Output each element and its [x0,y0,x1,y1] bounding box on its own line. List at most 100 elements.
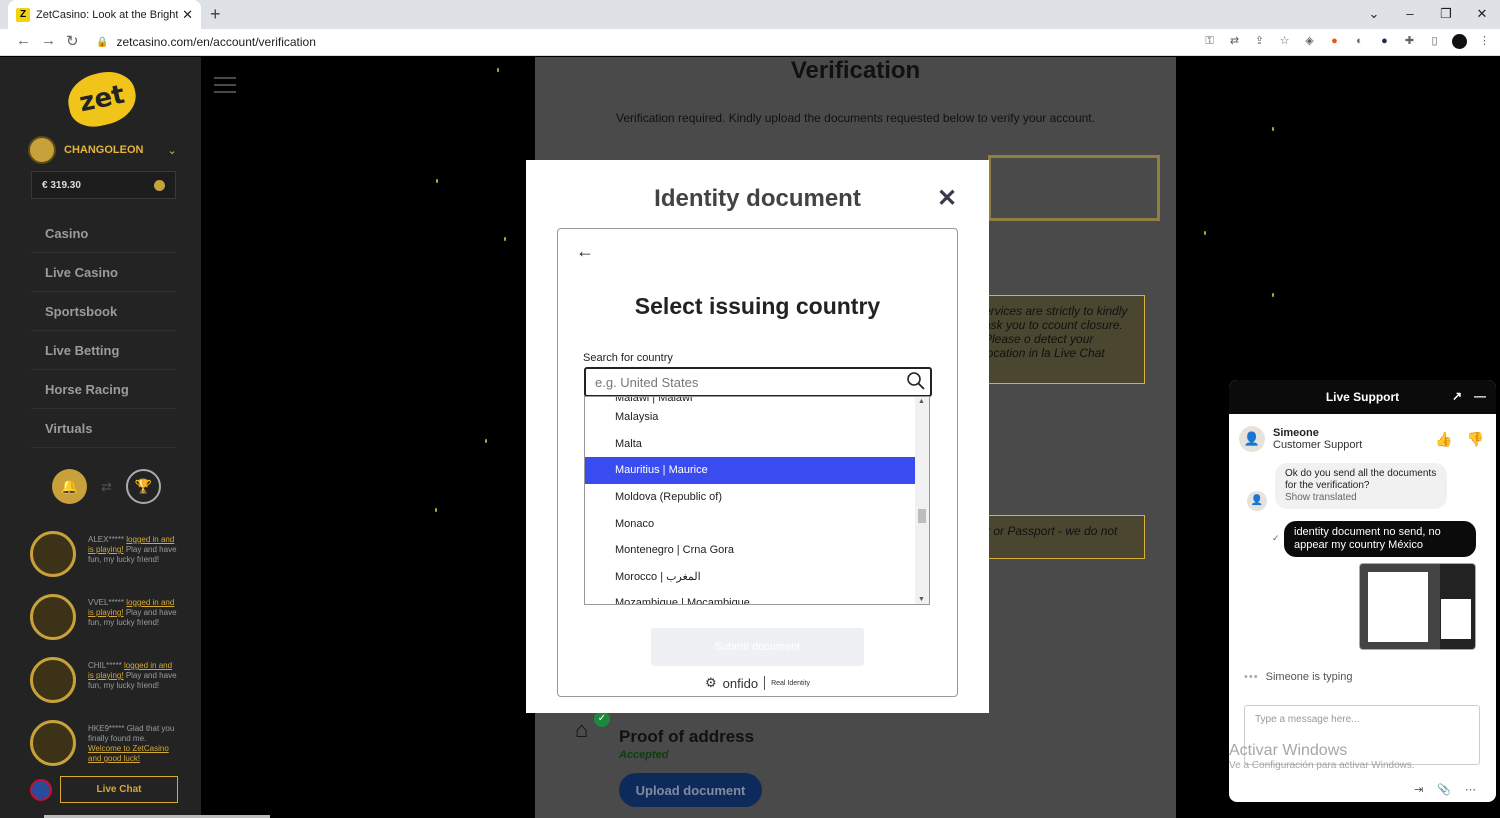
main-menu: Casino Live Casino Sportsbook Live Betti… [31,214,176,448]
feed-item: VVEL***** logged in and is playing! Play… [30,594,180,657]
feed-text: CHIL***** logged in and is playing! Play… [88,657,180,720]
minimize-icon[interactable]: – [1392,0,1428,29]
list-item[interactable]: Malta [585,431,916,458]
address-bar[interactable]: 🔒 zetcasino.com/en/account/verification [96,32,1296,52]
onfido-widget: ← Select issuing country Search for coun… [557,228,958,697]
sidebar: zet CHANGOLEON ⌄ € 319.30 Casino Live Ca… [0,57,201,818]
close-window-icon[interactable]: ✕ [1464,0,1500,29]
list-item[interactable]: Malawi | Malawi [585,397,916,404]
tab-search-icon[interactable]: ⌄ [1356,0,1392,29]
menu-item-live-casino[interactable]: Live Casino [31,253,176,292]
zet-logo[interactable]: zet [63,66,141,132]
browser-toolbar: ← → ↻ 🔒 zetcasino.com/en/account/verific… [0,29,1500,56]
list-item-selected[interactable]: Mauritius | Maurice [585,457,916,484]
menu-dots-icon[interactable]: ⋮ [1477,34,1492,49]
swap-icon[interactable]: ⇄ [101,479,112,495]
extension-ghost-icon[interactable]: ● [1377,34,1392,49]
onfido-brand: ⚙ onfido Real Identity [558,675,957,691]
close-icon[interactable]: ✕ [937,184,957,213]
agent-message: Ok do you send all the documents for the… [1285,468,1437,491]
feed-link[interactable]: Welcome to ZetCasino and good luck! [88,744,169,763]
browser-tab[interactable]: Z ZetCasino: Look at the Bright Sid ✕ [8,0,201,29]
scroll-thumb[interactable] [918,509,926,523]
uk-flag-icon[interactable] [30,778,52,801]
translate-icon[interactable]: ⇄ [1227,34,1242,49]
bell-icon[interactable]: 🔔 [52,469,87,504]
extension-fire-icon[interactable]: ● [1327,34,1342,49]
more-options-icon[interactable]: ⋯ [1465,783,1476,796]
menu-item-casino[interactable]: Casino [31,214,176,253]
live-chat-button[interactable]: Live Chat [60,776,178,803]
upload-document-button[interactable]: Upload document [619,773,762,807]
star-decoration [1272,127,1274,131]
menu-item-live-betting[interactable]: Live Betting [31,331,176,370]
select-country-title: Select issuing country [634,293,881,319]
bookmark-star-icon[interactable]: ☆ [1277,34,1292,49]
list-item[interactable]: Monaco [585,510,916,537]
side-panel-icon[interactable]: ▯ [1427,34,1442,49]
key-icon[interactable]: ⚿ [1202,34,1217,49]
list-item[interactable]: Montenegro | Crna Gora [585,537,916,564]
show-translated-link[interactable]: Show translated [1285,492,1437,504]
warning-box [988,155,1160,221]
user-message-bubble: identity document no send, no appear my … [1284,521,1476,557]
typing-dots-icon: ••• [1244,671,1259,683]
list-item[interactable]: Malaysia [585,404,916,431]
agent-role: Customer Support [1273,439,1363,451]
attached-screenshot[interactable] [1359,563,1476,650]
country-search-field[interactable] [584,367,932,397]
dropdown-scrollbar[interactable]: ▲ ▼ [915,397,929,604]
share-icon[interactable]: ⇪ [1252,34,1267,49]
feed-item: HKE9***** Glad that you finally found me… [30,720,180,783]
star-decoration [504,237,506,241]
list-item[interactable]: Mozambique | Moçambique [585,590,916,604]
menu-item-virtuals[interactable]: Virtuals [31,409,176,448]
back-arrow-icon[interactable]: ← [576,241,594,262]
extension-moon-icon[interactable]: ◐ [1352,34,1367,49]
country-search-input[interactable] [586,369,886,395]
minimize-chat-icon[interactable]: — [1474,389,1486,403]
scroll-down-icon[interactable]: ▼ [918,596,925,603]
balance-box[interactable]: € 319.30 [31,171,176,199]
extensions-puzzle-icon[interactable]: ✚ [1402,34,1417,49]
reload-icon[interactable]: ↻ [66,32,79,50]
search-icon[interactable] [906,371,926,391]
attachment-icon[interactable]: 📎 [1437,783,1451,796]
list-item[interactable]: Morocco | المغرب [585,564,916,591]
info-box: k or Passport - we do not [977,515,1145,559]
thumbs-down-icon[interactable]: 👎 [1467,431,1484,448]
feed-user: VVEL***** [88,598,125,607]
star-decoration [497,68,499,72]
popout-icon[interactable]: ↗ [1452,389,1462,403]
star-decoration [435,508,437,512]
hamburger-menu-icon[interactable] [214,77,236,98]
submit-document-button[interactable]: Submit document [651,628,864,666]
back-nav-icon[interactable]: ← [16,32,31,49]
extension-shield-icon[interactable]: ◈ [1302,34,1317,49]
new-tab-icon[interactable]: + [210,4,221,25]
trophy-icon[interactable]: 🏆 [125,469,161,504]
user-menu[interactable]: CHANGOLEON ⌄ [28,136,177,164]
scroll-up-icon[interactable]: ▲ [918,398,925,405]
agent-message-bubble: Ok do you send all the documents for the… [1275,463,1447,509]
agent-info: 👤 Simeone Customer Support 👍 👎 [1239,426,1484,452]
profile-avatar-icon[interactable]: ● [1452,34,1467,49]
feed-user: ALEX***** [88,535,125,544]
thumbs-up-icon[interactable]: 👍 [1435,431,1452,448]
star-decoration [1204,231,1206,235]
restore-icon[interactable]: ❐ [1428,0,1464,29]
menu-item-horse-racing[interactable]: Horse Racing [31,370,176,409]
menu-item-sportsbook[interactable]: Sportsbook [31,292,176,331]
page-title: Verification [790,57,921,84]
identity-document-modal: Identity document ✕ ← Select issuing cou… [526,160,989,713]
transfer-icon[interactable]: ⇥ [1414,783,1423,796]
lock-icon: 🔒 [96,36,109,48]
chevron-down-icon[interactable]: ⌄ [167,144,176,157]
close-tab-icon[interactable]: ✕ [182,7,193,23]
star-decoration [1272,293,1274,297]
forward-nav-icon[interactable]: → [41,32,56,49]
list-item[interactable]: Moldova (Republic of) [585,484,916,511]
country-dropdown: Malawi | Malawi Malaysia Malta Mauritius… [584,396,930,605]
support-header: Live Support ↗ — [1229,380,1496,414]
feed-text: HKE9***** Glad that you finally found me… [88,720,180,783]
